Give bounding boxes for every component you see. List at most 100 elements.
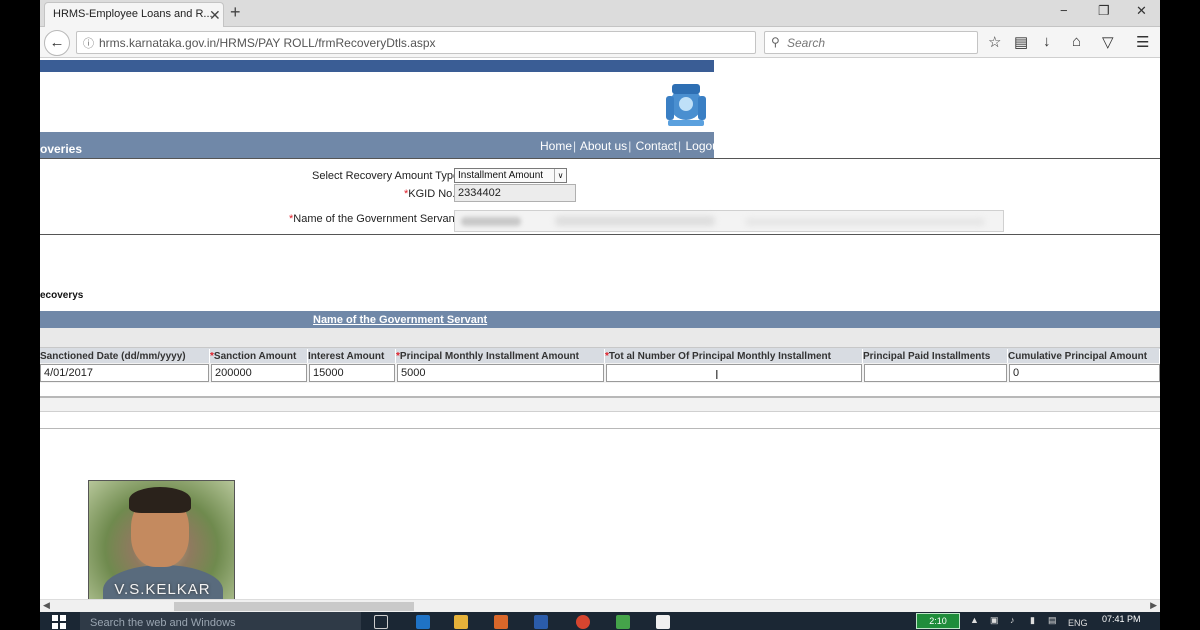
col-interest-amount: Interest Amount	[308, 349, 396, 364]
menu-icon[interactable]: ☰	[1136, 33, 1149, 51]
left-letterbox	[0, 0, 40, 630]
nav-separator: |	[678, 139, 682, 153]
divider	[40, 428, 1160, 429]
col-label: Tot al Number Of Principal Monthly Insta…	[608, 351, 831, 362]
blurred-text	[555, 216, 715, 226]
sanction-amount-input[interactable]: 200000	[211, 364, 307, 382]
battery-icon[interactable]: ▮	[1030, 615, 1035, 626]
scroll-left-icon[interactable]: ◀	[43, 600, 50, 611]
browser-window: HRMS-Employee Loans and R... ✕ + − ❐ ✕ ←…	[40, 0, 1160, 630]
recovery-type-label: Select Recovery Amount Type	[312, 170, 460, 182]
divider	[40, 158, 1160, 159]
close-window-button[interactable]: ✕	[1136, 3, 1147, 19]
navigation-toolbar: ← ⓘ hrms.karnataka.gov.in/HRMS/PAY ROLL/…	[40, 27, 1160, 58]
language-indicator[interactable]: ENG	[1068, 618, 1088, 628]
presenter-hair	[129, 487, 191, 513]
recovery-type-select[interactable]: Installment Amount ∨	[454, 168, 567, 183]
horizontal-scrollbar[interactable]: ◀ ▶	[40, 599, 1160, 612]
taskbar: Search the web and Windows 2:10 ▲ ▣ ♪ ▮ …	[40, 612, 1160, 630]
restore-button[interactable]: ❐	[1098, 3, 1110, 19]
nav-home-link[interactable]: Home	[540, 139, 572, 153]
task-view-icon[interactable]	[374, 615, 388, 629]
grid-header-bar	[40, 311, 1160, 328]
page-heading: overies	[40, 142, 83, 156]
chrome-icon[interactable]	[576, 615, 590, 629]
pocket-icon[interactable]: ▽	[1102, 33, 1114, 51]
tray-up-icon[interactable]: ▲	[970, 615, 979, 625]
clock-time[interactable]: 07:41 PM	[1102, 614, 1141, 624]
search-icon: ⚲	[771, 35, 780, 49]
header-strip	[40, 60, 714, 72]
scrollbar-thumb[interactable]	[174, 602, 414, 611]
taskbar-search[interactable]: Search the web and Windows	[80, 612, 361, 630]
tab-hrms[interactable]: HRMS-Employee Loans and R... ✕	[44, 2, 224, 27]
text-cursor-icon: I	[715, 367, 719, 382]
volume-icon[interactable]: ♪	[1010, 615, 1015, 625]
webcam-name: V.S.KELKAR	[114, 581, 211, 598]
new-tab-button[interactable]: +	[230, 2, 241, 23]
karnataka-emblem-icon	[666, 84, 706, 126]
back-button[interactable]: ←	[44, 30, 70, 56]
nav-contact-link[interactable]: Contact	[636, 139, 677, 153]
nav-logout-link[interactable]: Logout	[685, 139, 722, 153]
kgid-field[interactable]: 2334402	[454, 184, 576, 202]
nav-separator: |	[573, 139, 577, 153]
total-installments-input[interactable]	[606, 364, 862, 382]
nav-about-link[interactable]: About us	[580, 139, 627, 153]
network-icon[interactable]: ▣	[990, 615, 999, 626]
kgid-label-text: KGID No.	[408, 188, 456, 200]
info-icon[interactable]: ⓘ	[83, 35, 94, 51]
url-text: hrms.karnataka.gov.in/HRMS/PAY ROLL/frmR…	[99, 36, 436, 50]
notepad-icon[interactable]	[656, 615, 670, 629]
col-principal-installment: *Principal Monthly Installment Amount	[396, 349, 605, 364]
blurred-text	[745, 218, 985, 226]
principal-installment-input[interactable]: 5000	[397, 364, 604, 382]
firefox-icon[interactable]	[494, 615, 508, 629]
section-title: ecoverys	[40, 290, 84, 301]
webcam-overlay: V.S.KELKAR	[88, 480, 235, 604]
table-header-row: Sanctioned Date (dd/mm/yyyy) *Sanction A…	[40, 347, 1160, 364]
tab-title: HRMS-Employee Loans and R...	[53, 8, 213, 20]
interest-amount-input[interactable]: 15000	[309, 364, 395, 382]
scroll-right-icon[interactable]: ▶	[1150, 600, 1157, 611]
back-arrow-icon: ←	[49, 34, 65, 51]
col-label: Interest Amount	[308, 351, 385, 362]
action-center-icon[interactable]: ▤	[1048, 615, 1057, 626]
url-bar[interactable]: ⓘ hrms.karnataka.gov.in/HRMS/PAY ROLL/fr…	[76, 31, 782, 54]
col-sanction-amount: *Sanction Amount	[210, 349, 308, 364]
col-sanctioned-date: Sanctioned Date (dd/mm/yyyy)	[40, 349, 210, 364]
minimize-button[interactable]: −	[1060, 3, 1068, 18]
tab-strip: HRMS-Employee Loans and R... ✕ + − ❐ ✕	[40, 0, 1160, 27]
camtasia-icon[interactable]	[616, 615, 630, 629]
download-icon[interactable]: ↓	[1043, 33, 1051, 50]
cumulative-principal-input[interactable]: 0	[1009, 364, 1160, 382]
home-icon[interactable]: ⌂	[1072, 33, 1081, 50]
explorer-icon[interactable]	[454, 615, 468, 629]
grid-footer	[40, 398, 1160, 412]
name-label-text: Name of the Government Servant	[293, 213, 458, 225]
reader-icon[interactable]: ▤	[1014, 33, 1028, 51]
col-cumulative-principal: Cumulative Principal Amount	[1008, 349, 1160, 364]
windows-start-icon[interactable]	[52, 615, 66, 629]
word-icon[interactable]	[534, 615, 548, 629]
grid-header-link[interactable]: Name of the Government Servant	[313, 314, 487, 326]
recovery-type-value: Installment Amount	[458, 170, 544, 181]
col-label: Sanction Amount	[213, 351, 297, 362]
col-label: Principal Monthly Installment Amount	[399, 351, 579, 362]
page-content: overies Home| About us| Contact| Logout …	[40, 58, 1160, 612]
table-row: 4/01/2017 200000 15000 5000 0	[40, 363, 1160, 383]
col-label: Principal Paid Installments	[863, 351, 991, 362]
col-label: Sanctioned Date (dd/mm/yyyy)	[40, 351, 186, 362]
nav-separator: |	[628, 139, 632, 153]
search-bar[interactable]: ⚲ Search	[764, 31, 978, 54]
name-label: *Name of the Government Servant	[289, 213, 458, 225]
edge-icon[interactable]	[416, 615, 430, 629]
sanctioned-date-input[interactable]: 4/01/2017	[40, 364, 209, 382]
recording-badge[interactable]: 2:10	[916, 613, 960, 629]
name-field[interactable]	[454, 210, 1004, 232]
col-total-installments: *Tot al Number Of Principal Monthly Inst…	[605, 349, 863, 364]
star-icon[interactable]: ☆	[988, 33, 1001, 51]
paid-installments-input[interactable]	[864, 364, 1007, 382]
tab-close-icon[interactable]: ✕	[209, 7, 221, 24]
divider	[40, 234, 1160, 235]
